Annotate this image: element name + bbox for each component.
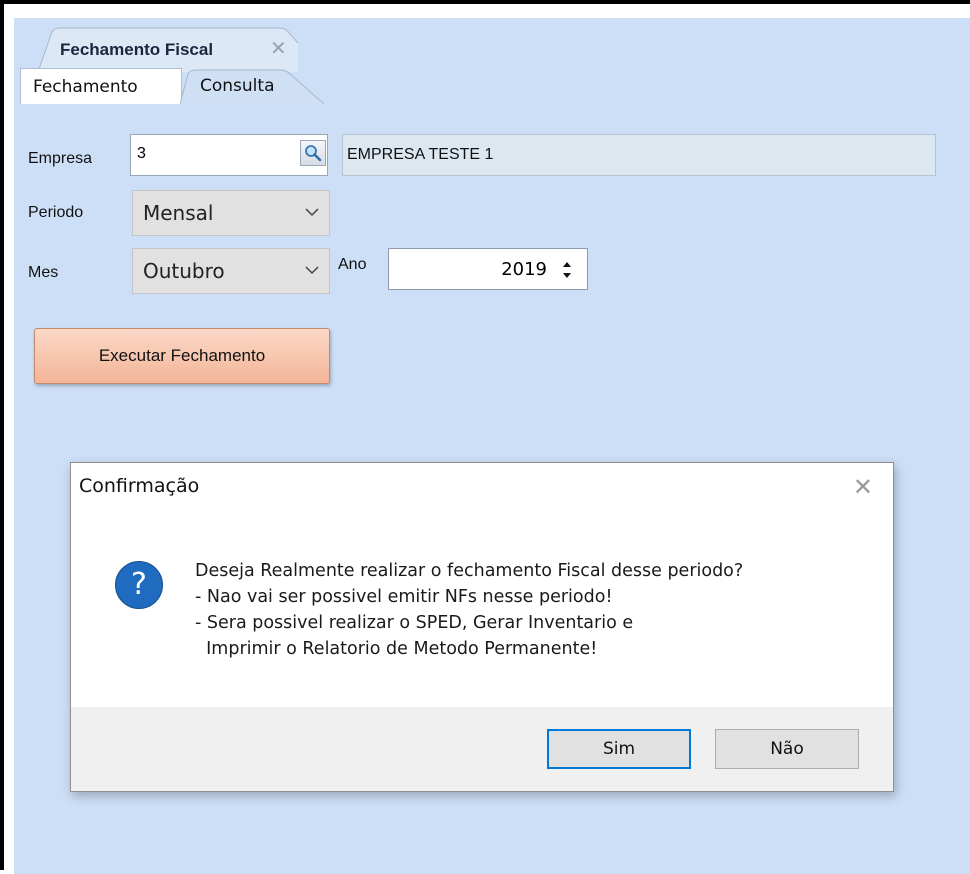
ano-value: 2019 xyxy=(501,259,547,280)
search-icon xyxy=(305,145,322,162)
question-icon: ? xyxy=(115,561,163,609)
executar-fechamento-button[interactable]: Executar Fechamento xyxy=(34,328,330,384)
tab-consulta-label: Consulta xyxy=(200,76,275,96)
ano-spinner[interactable]: 2019 xyxy=(388,248,588,290)
tab-fechamento-label: Fechamento xyxy=(33,77,138,97)
dialog-message-line-3: - Sera possivel realizar o SPED, Gerar I… xyxy=(195,613,634,633)
periodo-select[interactable]: Mensal xyxy=(132,190,330,236)
empresa-lookup-button[interactable] xyxy=(300,140,326,166)
periodo-selected-value: Mensal xyxy=(143,201,214,225)
spin-updown-icon[interactable] xyxy=(561,259,573,281)
mes-label: Mes xyxy=(28,264,59,281)
document-tab-title: Fechamento Fiscal xyxy=(60,40,214,59)
tab-fechamento[interactable]: Fechamento xyxy=(20,68,182,104)
document-tab-fechamento-fiscal[interactable]: Fechamento Fiscal ✕ xyxy=(38,26,298,72)
empresa-label: Empresa xyxy=(28,150,93,167)
periodo-label: Periodo xyxy=(28,204,84,221)
close-icon[interactable]: ✕ xyxy=(853,473,873,502)
ano-label: Ano xyxy=(338,256,367,273)
dialog-message-line-4: Imprimir o Relatorio de Metodo Permanent… xyxy=(195,639,598,659)
mes-select[interactable]: Outubro xyxy=(132,248,330,294)
chevron-down-icon xyxy=(305,208,319,217)
sim-button[interactable]: Sim xyxy=(547,729,691,769)
close-icon[interactable]: ✕ xyxy=(270,36,287,61)
confirmation-dialog: Confirmação ✕ ? Deseja Realmente realiza… xyxy=(70,462,894,792)
dialog-title: Confirmação xyxy=(79,475,200,497)
window-frame: Fechamento Fiscal ✕ Fechamento Consulta … xyxy=(0,0,970,874)
empresa-code-value: 3 xyxy=(137,145,146,162)
mes-selected-value: Outubro xyxy=(143,259,225,283)
dialog-button-bar: Sim Não xyxy=(71,707,893,791)
empresa-code-input[interactable]: 3 xyxy=(130,134,328,176)
dialog-message-line-2: - Nao vai ser possivel emitir NFs nesse … xyxy=(195,587,613,607)
tab-consulta[interactable]: Consulta xyxy=(180,68,326,104)
empresa-name-value: EMPRESA TESTE 1 xyxy=(347,146,494,163)
empresa-name-field: EMPRESA TESTE 1 xyxy=(342,134,936,176)
chevron-down-icon xyxy=(305,266,319,275)
dialog-message-line-1: Deseja Realmente realizar o fechamento F… xyxy=(195,561,744,581)
nao-button[interactable]: Não xyxy=(715,729,859,769)
